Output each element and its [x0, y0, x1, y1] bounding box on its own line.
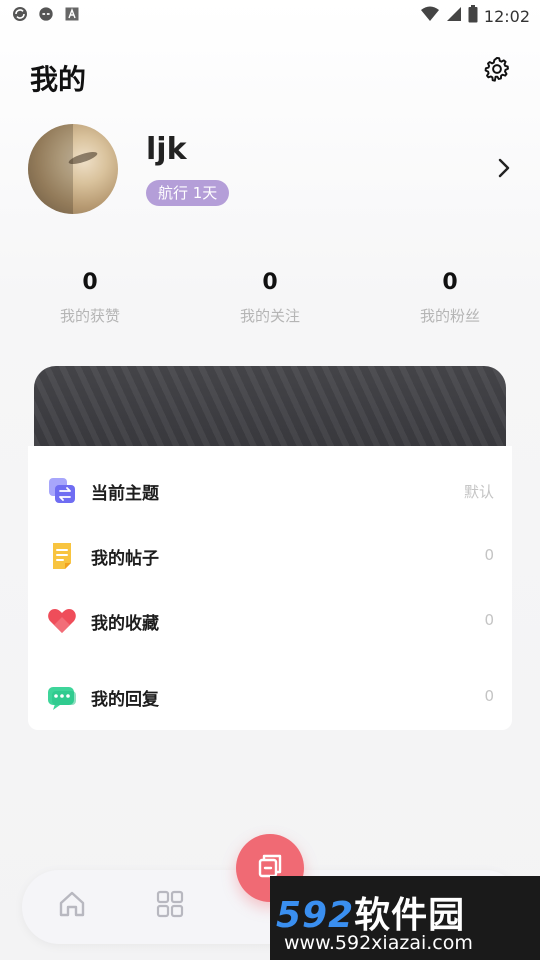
page-title: 我的: [30, 63, 87, 96]
stat-label: 我的获赞: [59, 307, 120, 325]
avatar[interactable]: [28, 124, 118, 214]
theme-icon: [46, 475, 78, 507]
profile-arrow[interactable]: [494, 158, 514, 182]
status-bar: 12:02: [0, 0, 540, 30]
stats-row: 0 我的获赞 0 我的关注 0 我的粉丝: [0, 270, 540, 340]
link-icon: [38, 6, 54, 22]
wifi-icon: [420, 6, 440, 26]
stat-label: 我的粉丝: [419, 307, 480, 325]
status-right: 12:02: [420, 5, 530, 27]
gear-icon: [484, 56, 510, 86]
watermark-url: www.592xiazai.com: [284, 932, 473, 954]
profile-row[interactable]: ljk 航行 1天: [28, 124, 528, 216]
status-time: 12:02: [483, 6, 530, 26]
sync-icon: [12, 6, 28, 22]
menu-label: 我的收藏: [91, 614, 159, 634]
menu-value: 默认: [463, 483, 494, 501]
battery-icon: [468, 5, 478, 27]
watermark-brand: 软件园: [354, 895, 466, 936]
menu-item-favorites[interactable]: 我的收藏 0: [28, 590, 512, 650]
sailing-days-badge: 航行 1天: [146, 180, 230, 206]
stat-value: 0: [442, 270, 458, 295]
menu-card: 当前主题 默认 我的帖子 0 我的收藏 0 我的回复 0: [28, 446, 512, 730]
stat-label: 我的关注: [239, 307, 300, 325]
menu-item-posts[interactable]: 我的帖子 0: [28, 525, 512, 585]
tab-discover[interactable]: [152, 888, 188, 924]
grid-icon: [155, 889, 185, 923]
menu-label: 当前主题: [91, 484, 159, 504]
username: ljk: [146, 132, 187, 167]
watermark-title: 592软件园: [276, 886, 465, 938]
font-icon: [64, 6, 80, 22]
profile-banner: [34, 366, 506, 446]
avatar-shade: [28, 124, 73, 214]
watermark: 592软件园 www.592xiazai.com: [270, 876, 540, 960]
menu-value: 0: [484, 611, 494, 629]
home-icon: [57, 889, 87, 923]
settings-button[interactable]: [482, 56, 512, 86]
menu-label: 我的回复: [91, 690, 159, 710]
menu-item-replies[interactable]: 我的回复 0: [28, 666, 512, 726]
stat-following[interactable]: 0 我的关注: [180, 270, 360, 326]
status-left-icons: [12, 6, 80, 22]
document-icon: [46, 540, 78, 572]
menu-item-theme[interactable]: 当前主题 默认: [28, 460, 512, 520]
menu-label: 我的帖子: [91, 549, 159, 569]
menu-value: 0: [484, 546, 494, 564]
signal-icon: [446, 6, 462, 26]
stat-value: 0: [262, 270, 278, 295]
stat-value: 0: [82, 270, 98, 295]
chat-icon: [46, 681, 78, 713]
menu-value: 0: [484, 687, 494, 705]
heart-icon: [46, 605, 78, 637]
tab-home[interactable]: [54, 888, 90, 924]
chevron-right-icon: [497, 157, 511, 183]
stat-followers[interactable]: 0 我的粉丝: [360, 270, 540, 326]
stat-likes[interactable]: 0 我的获赞: [0, 270, 180, 326]
watermark-number: 592: [276, 895, 355, 936]
